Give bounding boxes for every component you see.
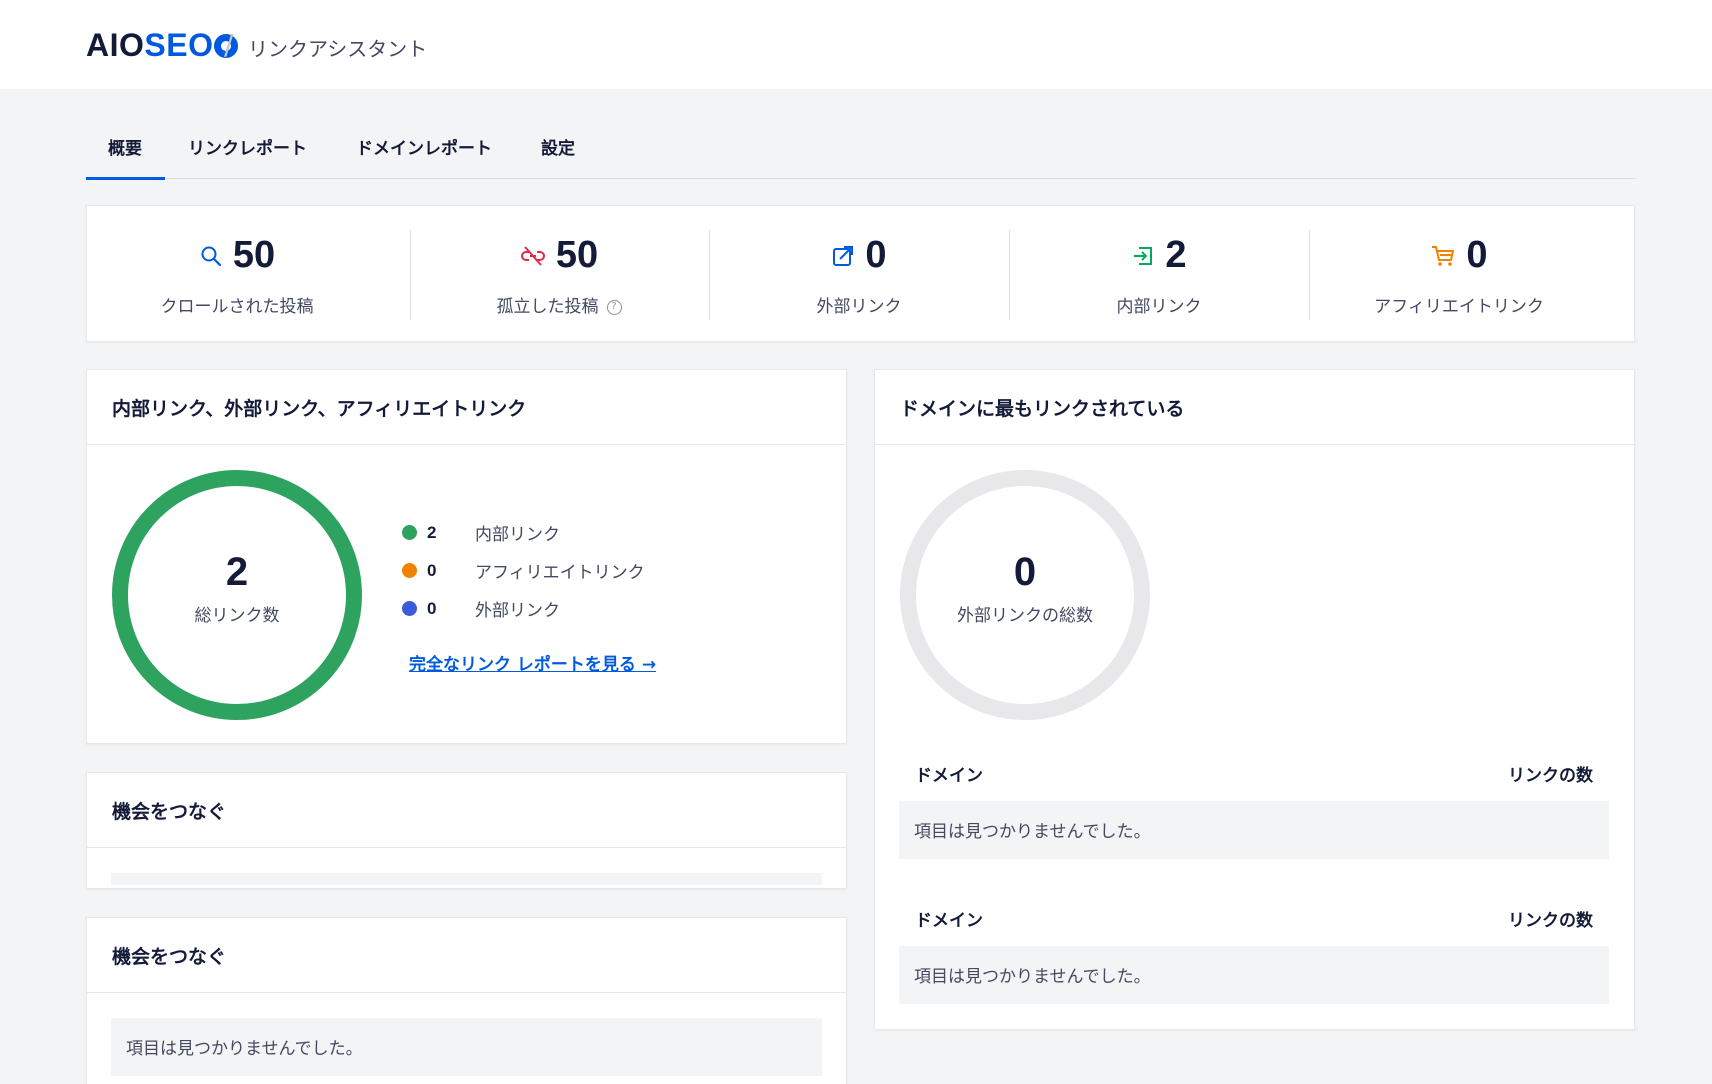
- internal-link-icon: [1134, 246, 1153, 265]
- card-title: 機会をつなぐ: [87, 918, 846, 993]
- connect-opportunities-card-1: 機会をつなぐ: [86, 772, 847, 889]
- domain-table-header: ドメイン リンクの数: [899, 896, 1609, 938]
- links-breakdown-card: 内部リンク、外部リンク、アフィリエイトリンク 2 総リンク数 2 内部リンク 0…: [86, 369, 847, 744]
- empty-message: 項目は見つかりませんでした。: [899, 946, 1609, 1004]
- donut-center: 2 総リンク数: [111, 550, 363, 626]
- top-bar: AIO SEO / リンクアシスタント: [0, 0, 1712, 89]
- legend-label: 外部リンク: [475, 601, 560, 621]
- tab-domain-report[interactable]: ドメインレポート: [356, 134, 492, 159]
- active-tab-indicator: [86, 177, 165, 180]
- legend-dot: [402, 525, 417, 540]
- stats-bar: 50 クロールされた投稿 50 孤立した投稿? 0 外部リンク 2 内部リンク …: [86, 205, 1635, 342]
- tab-overview[interactable]: 概要: [108, 134, 142, 159]
- stat-internal-links: 2 内部リンク: [1009, 206, 1309, 343]
- legend-value: 0: [427, 560, 437, 580]
- legend-label: アフィリエイトリンク: [475, 563, 645, 583]
- total-links-value: 2: [225, 550, 249, 594]
- column-domain: ドメイン: [915, 766, 983, 786]
- stat-value: 50: [232, 234, 276, 276]
- stat-value: 0: [1466, 234, 1488, 276]
- total-links-label: 総リンク数: [194, 606, 280, 626]
- donut-center: 0 外部リンクの総数: [899, 550, 1151, 626]
- card-title: 内部リンク、外部リンク、アフィリエイトリンク: [87, 370, 846, 445]
- logo-text-seo: SEO: [144, 27, 214, 63]
- stat-label: アフィリエイトリンク: [1374, 297, 1544, 317]
- card-title: ドメインに最もリンクされている: [875, 370, 1634, 445]
- empty-message: 項目は見つかりませんでした。: [111, 1018, 822, 1076]
- logo-text-aio: AIO: [86, 27, 145, 63]
- stat-label: 内部リンク: [1116, 297, 1202, 317]
- tab-link-report[interactable]: リンクレポート: [188, 134, 307, 159]
- column-link-count: リンクの数: [1508, 911, 1593, 931]
- empty-message: 項目は見つかりませんでした。: [899, 801, 1609, 859]
- placeholder-row: [111, 873, 822, 885]
- stat-label: 外部リンク: [816, 297, 902, 317]
- stat-label: クロールされた投稿: [160, 297, 314, 317]
- legend-label: 内部リンク: [475, 525, 560, 545]
- help-icon[interactable]: ?: [606, 299, 622, 315]
- total-external-value: 0: [1013, 550, 1037, 594]
- stat-label-wrap: 孤立した投稿?: [409, 292, 709, 317]
- column-link-count: リンクの数: [1508, 766, 1593, 786]
- stat-affiliate-links: 0 アフィリエイトリンク: [1309, 206, 1609, 343]
- broken-link-icon: [520, 245, 545, 266]
- search-icon: [201, 246, 221, 266]
- column-domain: ドメイン: [915, 911, 983, 931]
- legend-value: 2: [427, 522, 437, 542]
- legend-dot: [402, 563, 417, 578]
- stat-value: 50: [555, 234, 599, 276]
- breadcrumb-separator: /: [224, 28, 234, 61]
- card-title: 機会をつなぐ: [87, 773, 846, 848]
- legend-dot: [402, 601, 417, 616]
- stat-value: 2: [1165, 234, 1187, 276]
- total-external-label: 外部リンクの総数: [957, 606, 1093, 626]
- stat-crawled-posts: 50 クロールされた投稿: [87, 206, 387, 343]
- stat-label: 孤立した投稿: [496, 297, 599, 317]
- legend-item-external: 0 外部リンク: [402, 596, 560, 621]
- legend-item-affiliate: 0 アフィリエイトリンク: [402, 558, 645, 583]
- legend-value: 0: [427, 598, 437, 618]
- aioseo-logo[interactable]: AIO SEO: [86, 27, 239, 64]
- page-title: リンクアシスタント: [248, 37, 428, 61]
- connect-opportunities-card-2: 機会をつなぐ 項目は見つかりませんでした。: [86, 917, 847, 1084]
- stat-value: 0: [865, 234, 887, 276]
- external-link-icon: [833, 245, 854, 266]
- view-full-link-report-link[interactable]: 完全なリンク レポートを見る →: [409, 650, 656, 675]
- legend-item-internal: 2 内部リンク: [402, 520, 560, 545]
- tab-settings[interactable]: 設定: [541, 134, 575, 159]
- stat-orphaned-posts: 50 孤立した投稿?: [409, 206, 709, 343]
- tab-bar: 概要 リンクレポート ドメインレポート 設定: [86, 120, 1636, 180]
- top-linked-domains-card: ドメインに最もリンクされている 0 外部リンクの総数 ドメイン リンクの数 項目…: [874, 369, 1635, 1030]
- stat-external-links: 0 外部リンク: [709, 206, 1009, 343]
- domain-table-header: ドメイン リンクの数: [899, 751, 1609, 793]
- cart-icon: [1432, 245, 1455, 266]
